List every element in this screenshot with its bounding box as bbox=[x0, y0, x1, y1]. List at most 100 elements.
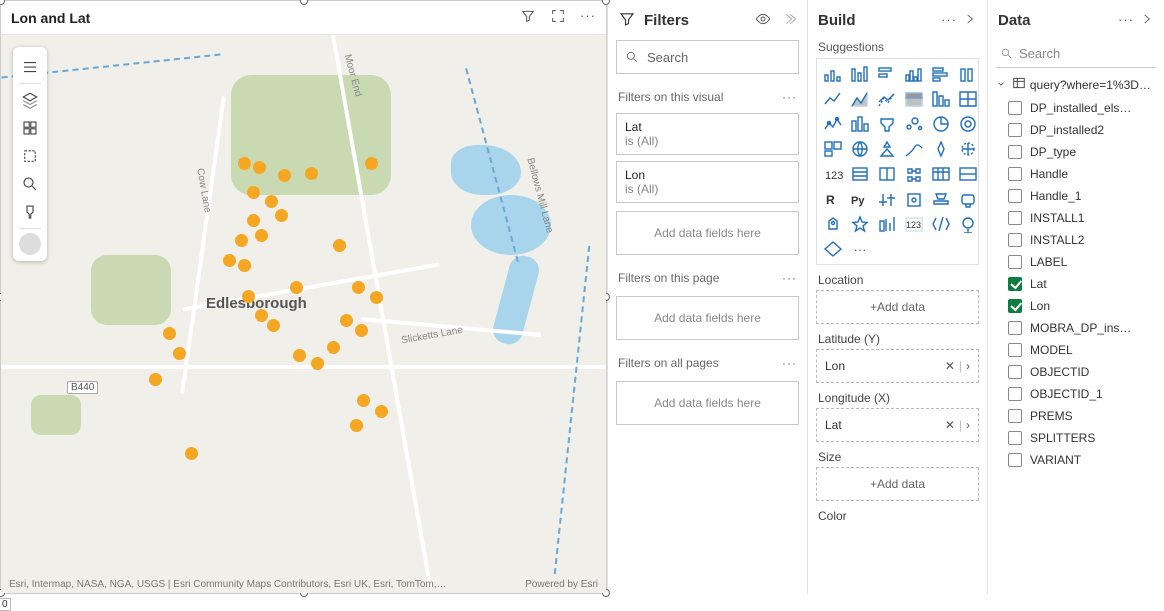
viz-type-button[interactable] bbox=[903, 139, 925, 159]
map-point[interactable] bbox=[375, 405, 388, 418]
field-checkbox[interactable] bbox=[1008, 255, 1022, 269]
well-location[interactable]: +Add data bbox=[816, 290, 979, 324]
basemap-icon[interactable] bbox=[16, 114, 44, 142]
well-longitude[interactable]: Lat ✕|› bbox=[816, 408, 979, 442]
field-checkbox[interactable] bbox=[1008, 211, 1022, 225]
map-point[interactable] bbox=[333, 239, 346, 252]
viz-type-button[interactable] bbox=[957, 114, 979, 134]
field-row[interactable]: MODEL bbox=[1008, 339, 1164, 361]
more-viz-icon[interactable]: ··· bbox=[849, 239, 871, 259]
viz-type-button[interactable] bbox=[930, 114, 952, 134]
layers-icon[interactable] bbox=[16, 86, 44, 114]
viz-type-button[interactable] bbox=[903, 114, 925, 134]
viz-type-button[interactable] bbox=[849, 214, 871, 234]
map-point[interactable] bbox=[365, 157, 378, 170]
viz-type-button[interactable] bbox=[876, 214, 898, 234]
collapse-icon[interactable] bbox=[963, 12, 977, 29]
map-point[interactable] bbox=[370, 291, 383, 304]
map-point[interactable] bbox=[173, 347, 186, 360]
map-point[interactable] bbox=[223, 254, 236, 267]
viz-type-button[interactable] bbox=[849, 64, 871, 84]
map-point[interactable] bbox=[238, 157, 251, 170]
viz-type-button[interactable] bbox=[903, 64, 925, 84]
map-point[interactable] bbox=[290, 281, 303, 294]
field-checkbox[interactable] bbox=[1008, 299, 1022, 313]
more-icon[interactable]: ··· bbox=[1118, 12, 1134, 29]
map-point[interactable] bbox=[185, 447, 198, 460]
viz-type-button[interactable] bbox=[822, 214, 844, 234]
map-point[interactable] bbox=[340, 314, 353, 327]
remove-icon[interactable]: ✕ bbox=[945, 418, 955, 432]
field-row[interactable]: INSTALL2 bbox=[1008, 229, 1164, 251]
map-point[interactable] bbox=[278, 169, 291, 182]
chevron-right-icon[interactable]: › bbox=[966, 359, 970, 373]
map-point[interactable] bbox=[255, 309, 268, 322]
viz-type-button[interactable] bbox=[876, 164, 898, 184]
more-icon[interactable]: ··· bbox=[782, 356, 797, 370]
viz-type-button[interactable] bbox=[849, 139, 871, 159]
drop-filters-visual[interactable]: Add data fields here bbox=[616, 211, 799, 255]
user-avatar[interactable] bbox=[19, 233, 41, 255]
selection-icon[interactable] bbox=[16, 142, 44, 170]
map-point[interactable] bbox=[305, 167, 318, 180]
field-row[interactable]: OBJECTID_1 bbox=[1008, 383, 1164, 405]
search-icon[interactable] bbox=[16, 170, 44, 198]
data-table-root[interactable]: query?where=1%3D1… bbox=[988, 72, 1164, 97]
map-point[interactable] bbox=[355, 324, 368, 337]
map-point[interactable] bbox=[247, 186, 260, 199]
field-row[interactable]: DP_installed_els… bbox=[1008, 97, 1164, 119]
more-icon[interactable]: ··· bbox=[941, 12, 957, 29]
filter-card-lat[interactable]: Lat is (All) bbox=[616, 113, 799, 155]
well-latitude[interactable]: Lon ✕|› bbox=[816, 349, 979, 383]
viz-type-button[interactable] bbox=[930, 189, 952, 209]
viz-type-button[interactable] bbox=[903, 89, 925, 109]
field-checkbox[interactable] bbox=[1008, 101, 1022, 115]
filter-card-lon[interactable]: Lon is (All) bbox=[616, 161, 799, 203]
map-point[interactable] bbox=[255, 229, 268, 242]
viz-type-button[interactable] bbox=[930, 64, 952, 84]
more-icon[interactable]: ··· bbox=[782, 271, 797, 285]
field-row[interactable]: DP_installed2 bbox=[1008, 119, 1164, 141]
field-checkbox[interactable] bbox=[1008, 365, 1022, 379]
menu-icon[interactable] bbox=[16, 53, 44, 81]
data-search[interactable]: Search bbox=[996, 40, 1156, 68]
viz-type-button[interactable] bbox=[822, 139, 844, 159]
map-point[interactable] bbox=[352, 281, 365, 294]
map-canvas[interactable]: Edlesborough B440 Cow Lane Moor End Slic… bbox=[1, 35, 606, 593]
viz-type-button[interactable] bbox=[930, 214, 952, 234]
show-hide-icon[interactable] bbox=[755, 11, 771, 30]
map-point[interactable] bbox=[235, 234, 248, 247]
field-row[interactable]: LABEL bbox=[1008, 251, 1164, 273]
viz-type-button[interactable] bbox=[957, 189, 979, 209]
map-point[interactable] bbox=[267, 319, 280, 332]
map-visual[interactable]: 0 Lon and Lat ··· Edlesborough B440 Cow … bbox=[0, 0, 607, 594]
more-icon[interactable]: ··· bbox=[782, 90, 797, 104]
viz-type-button[interactable]: Py bbox=[849, 189, 871, 209]
drop-filters-all[interactable]: Add data fields here bbox=[616, 381, 799, 425]
well-size[interactable]: +Add data bbox=[816, 467, 979, 501]
map-point[interactable] bbox=[247, 214, 260, 227]
viz-type-button[interactable] bbox=[822, 89, 844, 109]
viz-type-button[interactable] bbox=[903, 164, 925, 184]
field-row[interactable]: PREMS bbox=[1008, 405, 1164, 427]
viz-type-button[interactable] bbox=[822, 239, 844, 259]
map-point[interactable] bbox=[242, 290, 255, 303]
map-point[interactable] bbox=[357, 394, 370, 407]
map-point[interactable] bbox=[163, 327, 176, 340]
viz-type-button[interactable]: R bbox=[822, 189, 844, 209]
map-point[interactable] bbox=[275, 209, 288, 222]
map-point[interactable] bbox=[350, 419, 363, 432]
viz-type-button[interactable] bbox=[849, 89, 871, 109]
viz-type-button[interactable]: 123 bbox=[822, 164, 844, 184]
field-row[interactable]: MOBRA_DP_ins… bbox=[1008, 317, 1164, 339]
remove-icon[interactable]: ✕ bbox=[945, 359, 955, 373]
map-point[interactable] bbox=[265, 195, 278, 208]
viz-type-button[interactable] bbox=[930, 164, 952, 184]
field-row[interactable]: Lon bbox=[1008, 295, 1164, 317]
viz-type-button[interactable] bbox=[903, 189, 925, 209]
focus-mode-icon[interactable] bbox=[550, 8, 566, 27]
viz-type-button[interactable] bbox=[957, 64, 979, 84]
field-checkbox[interactable] bbox=[1008, 409, 1022, 423]
field-checkbox[interactable] bbox=[1008, 387, 1022, 401]
field-checkbox[interactable] bbox=[1008, 343, 1022, 357]
